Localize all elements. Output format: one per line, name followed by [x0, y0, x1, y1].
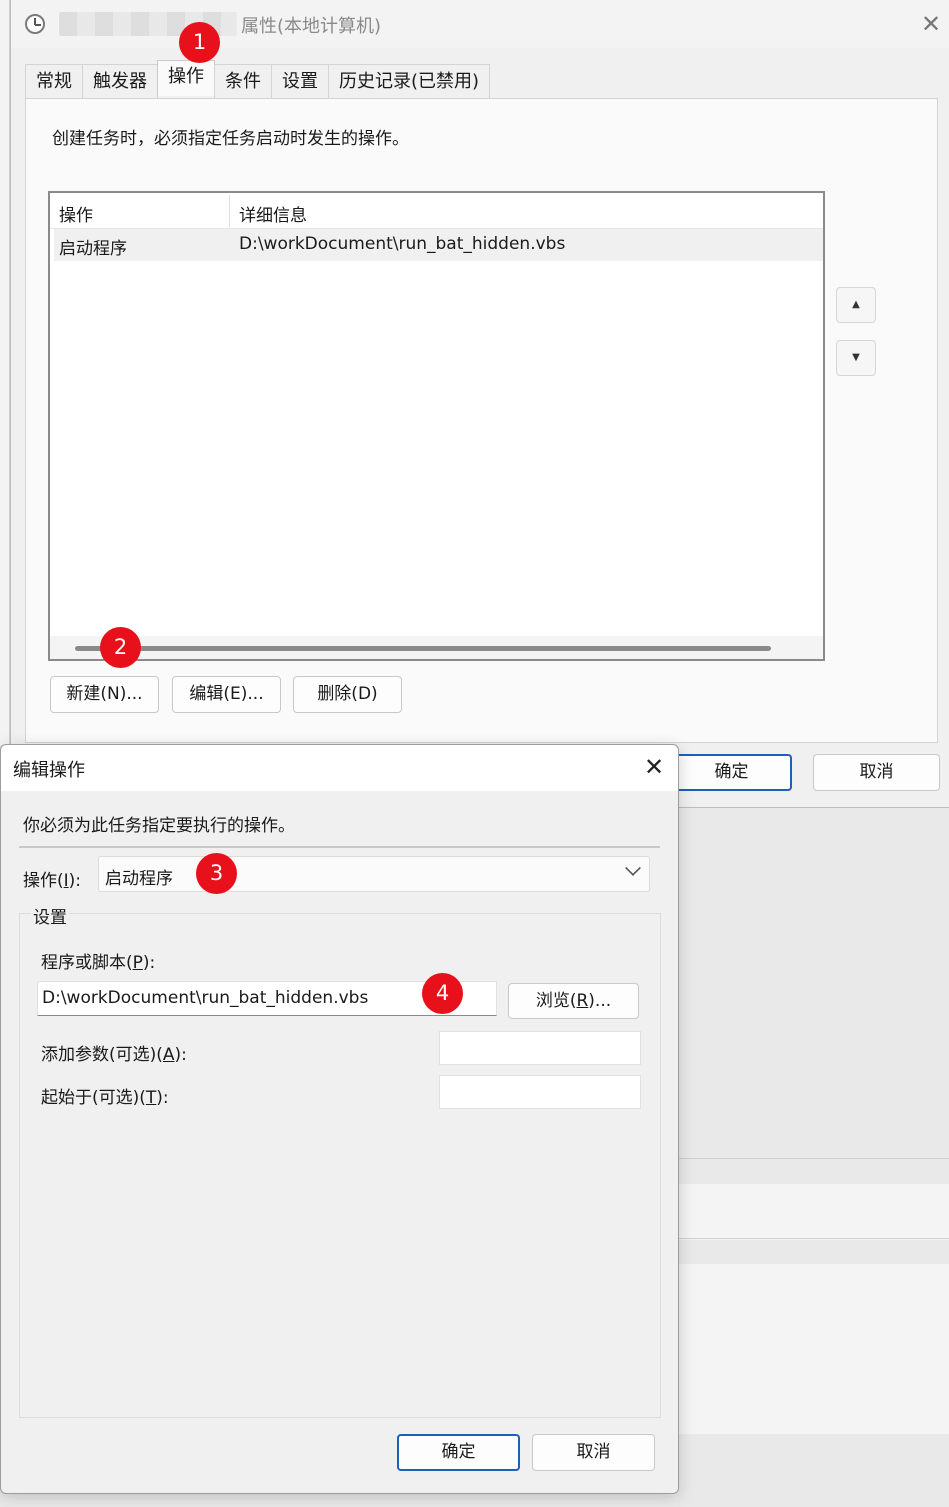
action-label: 操作(I): [23, 871, 82, 891]
title-bar: 属性(本地计算机) ✕ [11, 0, 949, 48]
tab-strip: 常规 触发器 操作 条件 设置 历史记录(已禁用) [25, 60, 491, 98]
tab-actions[interactable]: 操作 [157, 60, 215, 96]
annotation-badge-2: 2 [100, 627, 141, 668]
cancel-button[interactable]: 取消 [813, 754, 940, 791]
actions-description: 创建任务时，必须指定任务启动时发生的操作。 [52, 129, 409, 149]
row-action: 启动程序 [59, 239, 127, 259]
annotation-badge-4: 4 [422, 973, 463, 1014]
tab-history[interactable]: 历史记录(已禁用) [328, 64, 491, 98]
settings-group-label: 设置 [31, 903, 69, 928]
arguments-label: 添加参数(可选)(A): [41, 1045, 187, 1065]
ok-button[interactable]: 确定 [671, 754, 792, 791]
table-row[interactable]: 启动程序 D:\workDocument\run_bat_hidden.vbs [54, 229, 823, 261]
column-header-action[interactable]: 操作 [59, 201, 93, 226]
tab-general[interactable]: 常规 [25, 64, 83, 98]
move-up-button[interactable]: ▲ [836, 287, 876, 323]
horizontal-scrollbar[interactable] [50, 636, 823, 659]
start-in-label: 起始于(可选)(T): [41, 1088, 169, 1108]
dialog-cancel-button[interactable]: 取消 [532, 1434, 655, 1471]
program-label: 程序或脚本(P): [41, 953, 156, 973]
annotation-badge-3: 3 [196, 853, 237, 894]
column-header-details[interactable]: 详细信息 [239, 201, 307, 226]
annotation-badge-1: 1 [179, 22, 220, 63]
tab-conditions[interactable]: 条件 [214, 64, 272, 98]
task-properties-window: 属性(本地计算机) ✕ 常规 触发器 操作 条件 设置 历史记录(已禁用) 创建… [10, 0, 949, 808]
browse-button[interactable]: 浏览(R)... [508, 983, 639, 1019]
close-icon[interactable]: ✕ [916, 10, 946, 40]
action-type-select[interactable]: 启动程序 [98, 856, 650, 892]
column-separator[interactable] [229, 195, 230, 227]
dialog-title: 编辑操作 [13, 760, 85, 781]
task-scheduler-clock-icon [25, 14, 45, 34]
close-icon[interactable]: ✕ [639, 751, 669, 783]
edit-action-button[interactable]: 编辑(E)... [172, 676, 281, 713]
action-type-value: 启动程序 [105, 869, 173, 889]
arguments-input[interactable] [439, 1031, 641, 1065]
delete-action-button[interactable]: 删除(D) [293, 676, 402, 713]
actions-list[interactable]: 操作 详细信息 启动程序 D:\workDocument\run_bat_hid… [48, 191, 825, 661]
divider [19, 846, 660, 848]
program-input-value: D:\workDocument\run_bat_hidden.vbs [42, 988, 369, 1008]
start-in-input[interactable] [439, 1075, 641, 1109]
edit-action-dialog: 编辑操作 ✕ 你必须为此任务指定要执行的操作。 操作(I): 启动程序 设置 程… [0, 744, 679, 1494]
dialog-description: 你必须为此任务指定要执行的操作。 [23, 816, 295, 836]
dialog-ok-button[interactable]: 确定 [397, 1434, 520, 1471]
list-header: 操作 详细信息 [50, 193, 823, 229]
background-window-edge [0, 0, 10, 745]
window-title: 属性(本地计算机) [241, 16, 382, 37]
tab-triggers[interactable]: 触发器 [82, 64, 158, 98]
move-down-button[interactable]: ▼ [836, 340, 876, 376]
tab-settings[interactable]: 设置 [271, 64, 329, 98]
chevron-down-icon[interactable] [625, 860, 641, 876]
new-action-button[interactable]: 新建(N)... [50, 676, 159, 713]
row-details: D:\workDocument\run_bat_hidden.vbs [239, 234, 566, 254]
background-window-area [678, 808, 949, 1507]
scrollbar-thumb[interactable] [75, 646, 771, 651]
dialog-title-bar: 编辑操作 ✕ [1, 745, 678, 791]
